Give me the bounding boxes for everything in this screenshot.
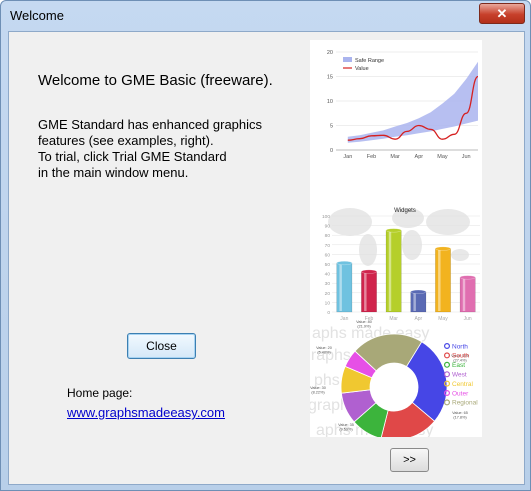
- range-line-chart: 0 5 10 15 20 Jan Feb Mar Apr May Jun Safe Range V…: [327, 50, 479, 160]
- bar-cap: [435, 246, 451, 251]
- bar-highlight: [388, 231, 392, 311]
- x-tick-label: Apr: [415, 154, 424, 160]
- x-tick-label: May: [437, 154, 448, 160]
- description-line: features (see examples, right).: [38, 133, 214, 148]
- legend-marker: [444, 352, 451, 359]
- bar-highlight: [364, 272, 367, 311]
- slice-value-label: Value: 80: [356, 320, 372, 324]
- y-tick-label: 100: [322, 214, 330, 220]
- legend-label: Outer: [452, 390, 469, 397]
- bar: [410, 291, 427, 313]
- legend-marker: [444, 399, 451, 406]
- window-close-button[interactable]: ✕: [479, 3, 525, 24]
- x-tick-label: Jun: [462, 154, 471, 160]
- bar-cap: [361, 269, 377, 274]
- legend-label: Regional: [452, 400, 478, 407]
- bar-highlight: [413, 292, 416, 311]
- bar-highlight: [462, 278, 466, 311]
- slice-value-label: Value: 30: [310, 386, 326, 390]
- bar: [336, 262, 353, 313]
- close-button[interactable]: Close: [127, 333, 196, 359]
- legend-label-safe-range: Safe Range: [355, 58, 384, 64]
- bar-highlight: [339, 264, 342, 311]
- y-tick-label: 70: [325, 243, 331, 249]
- y-tick-label: 0: [327, 310, 330, 316]
- legend-label: North: [452, 343, 468, 350]
- legend-label: Central: [452, 381, 474, 388]
- y-tick-label: 20: [327, 50, 333, 56]
- x-tick-label: Jan: [343, 154, 352, 160]
- bar: [385, 230, 402, 313]
- bar: [459, 277, 476, 313]
- legend-label: West: [452, 372, 467, 379]
- y-tick-label: 60: [325, 252, 331, 258]
- x-tick-label: Jan: [340, 316, 348, 322]
- y-tick-label: 80: [325, 233, 331, 239]
- y-tick-label: 90: [325, 224, 331, 230]
- legend-label: East: [452, 362, 465, 369]
- y-tick-label: 40: [325, 272, 331, 278]
- slice-value-label: Value: 20: [316, 346, 332, 350]
- window-title: Welcome: [10, 8, 64, 23]
- slice-percent-label: (21.9%): [357, 325, 371, 329]
- welcome-window: Welcome ✕ Welcome to GME Basic (freeware…: [0, 0, 531, 491]
- y-tick-label: 50: [325, 262, 331, 268]
- donut-hole: [370, 363, 418, 411]
- bar-cap: [410, 289, 427, 294]
- welcome-heading: Welcome to GME Basic (freeware).: [38, 72, 273, 89]
- next-button[interactable]: >>: [390, 448, 429, 472]
- chart-legend: Safe Range Value: [343, 57, 384, 72]
- y-tick-label: 0: [330, 148, 333, 154]
- slice-percent-label: (5.48%): [317, 351, 331, 355]
- x-tick-label: Apr: [414, 316, 422, 322]
- x-tick-label: May: [438, 316, 448, 322]
- legend-marker: [444, 343, 451, 350]
- example-charts: 0 5 10 15 20 Jan Feb Mar Apr May Jun Safe Range V…: [302, 50, 480, 452]
- description-line: GME Standard has enhanced graphics: [38, 117, 263, 132]
- y-tick-label: 20: [325, 291, 331, 297]
- slice-percent-label: (17.8%): [453, 416, 467, 420]
- bar-cap: [385, 228, 402, 233]
- bar: [435, 248, 451, 313]
- slice-value-label: Value: 65: [452, 411, 468, 415]
- bar-cap: [336, 261, 353, 266]
- home-page-label: Home page:: [67, 386, 133, 400]
- feature-description: GME Standard has enhanced graphics featu…: [38, 117, 298, 181]
- legend-swatch-safe-range: [343, 57, 352, 62]
- legend-label-value: Value: [355, 66, 369, 72]
- bar-chart-title: Widgets: [394, 208, 416, 214]
- slice-percent-label: (8.22%): [311, 391, 325, 395]
- bar: [361, 271, 377, 313]
- regional-donut-chart: aphs made easy graphs made phs made easy…: [302, 320, 478, 452]
- y-tick-label: 15: [327, 75, 333, 81]
- bar-highlight: [438, 249, 441, 311]
- widgets-bar-chart: Widgets 0102030405060708090100 Jan Feb Mar…: [322, 208, 480, 322]
- x-tick-label: Feb: [367, 154, 376, 160]
- y-tick-label: 30: [325, 281, 331, 287]
- slice-value-label: Value: 35: [338, 423, 354, 427]
- dialog-client-area: Welcome to GME Basic (freeware). GME Sta…: [8, 31, 525, 485]
- y-tick-label: 5: [330, 124, 333, 130]
- close-icon: ✕: [496, 6, 508, 21]
- example-charts-panel: 0 5 10 15 20 Jan Feb Mar Apr May Jun Safe Range V…: [302, 40, 482, 452]
- x-tick-label: Mar: [390, 154, 400, 160]
- slice-percent-label: (9.59%): [339, 428, 353, 432]
- description-line: To trial, click Trial GME Standard: [38, 149, 227, 164]
- home-page-link[interactable]: www.graphsmadeeasy.com: [67, 405, 225, 420]
- title-bar[interactable]: Welcome ✕: [1, 1, 530, 29]
- legend-marker: [444, 361, 451, 368]
- legend-label: South: [452, 353, 469, 360]
- y-tick-label: 10: [327, 99, 333, 105]
- bar-cap: [459, 275, 476, 280]
- x-tick-label: Mar: [389, 316, 398, 322]
- x-tick-label: Jun: [464, 316, 472, 322]
- description-line: in the main window menu.: [38, 165, 189, 180]
- y-tick-label: 10: [325, 300, 331, 306]
